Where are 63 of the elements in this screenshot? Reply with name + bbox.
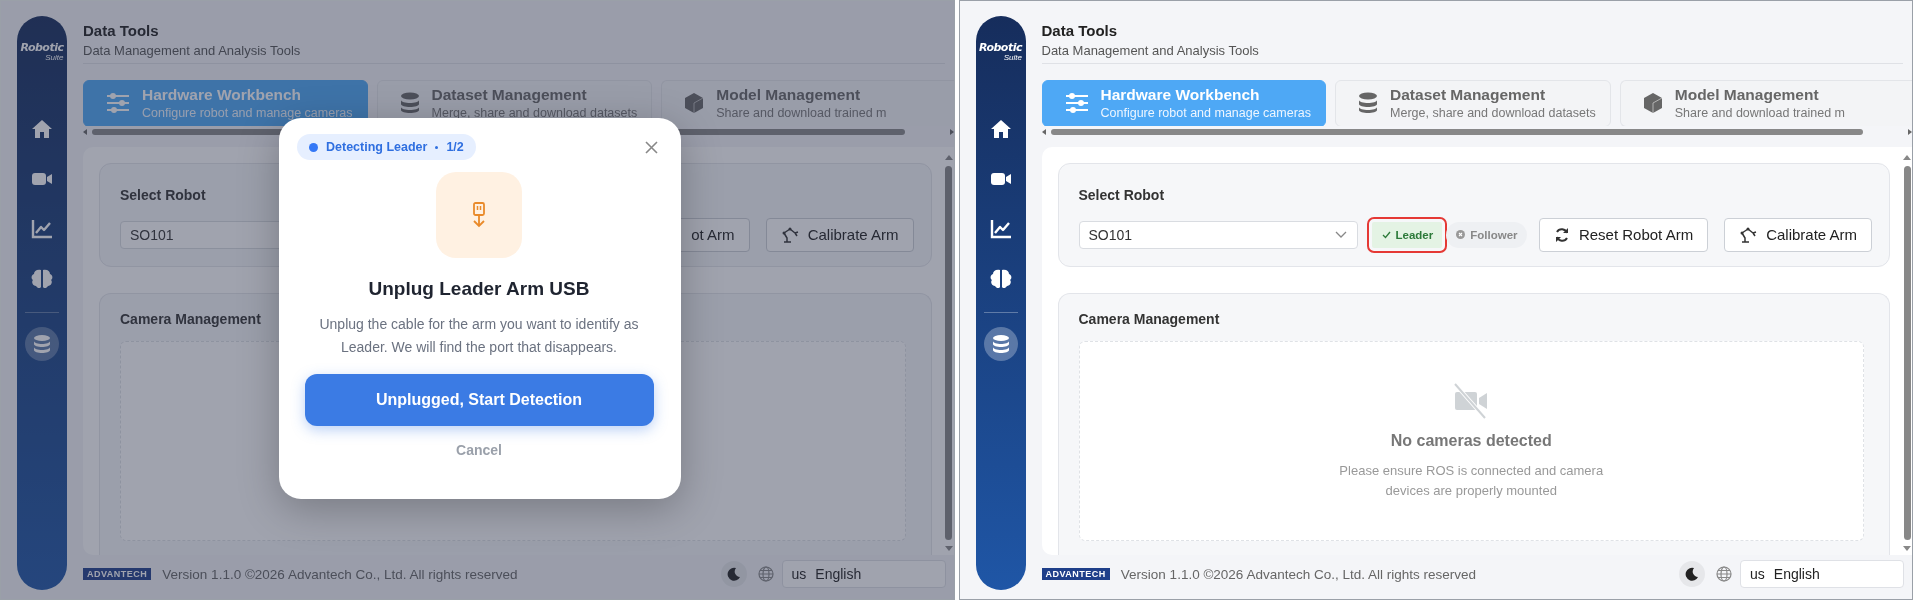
sliders-icon [106, 92, 130, 115]
empty-description: Please ensure ROS is connected and camera devices are properly mounted [1338, 461, 1605, 500]
section-title: Camera Management [120, 310, 261, 327]
x-circle-icon [1456, 230, 1466, 240]
cube-icon [1642, 92, 1663, 115]
database-icon [399, 92, 420, 115]
sliders-icon [1064, 92, 1089, 115]
nav-button[interactable] [983, 327, 1018, 361]
database-icon[interactable] [32, 334, 52, 354]
page-subtitle: Data Management and Analysis Tools [1041, 43, 1259, 58]
line-chart-icon[interactable] [989, 219, 1012, 239]
page-title: Data Tools [1041, 22, 1118, 39]
globe-icon[interactable] [1716, 566, 1732, 583]
robot-select[interactable]: SO101 [1078, 220, 1358, 249]
chevron-down-icon [1334, 230, 1347, 239]
brand-logo: ADVANTECH [1041, 568, 1110, 581]
action-button[interactable]: Calibrate Arm [765, 217, 914, 252]
section-title: Camera Management [1078, 310, 1220, 327]
home-icon[interactable] [31, 119, 53, 139]
refresh-icon [1553, 226, 1570, 243]
cube-icon [684, 92, 705, 115]
check-icon [1381, 230, 1391, 239]
tab[interactable]: Model Management Share and download trained m [1619, 79, 1912, 126]
empty-title: No cameras detected [1390, 431, 1552, 450]
brain-icon[interactable] [989, 269, 1012, 289]
brand-logo: ADVANTECH [83, 568, 152, 581]
home-icon[interactable] [989, 119, 1012, 139]
cancel-button[interactable]: Cancel [456, 442, 502, 458]
field-label: Select Robot [120, 186, 206, 203]
brain-icon[interactable] [31, 269, 53, 289]
dialog-title: Unplug Leader Arm USB [368, 278, 590, 300]
usb-plug-icon [470, 202, 488, 228]
theme-toggle[interactable] [1679, 561, 1705, 588]
action-button[interactable]: Calibrate Arm [1724, 217, 1872, 252]
video-camera-icon[interactable] [989, 171, 1012, 187]
logo-text: Robotic [979, 42, 1022, 53]
action-button[interactable]: Reset Robot Arm [1538, 217, 1709, 252]
close-icon [644, 140, 658, 154]
language-select[interactable]: us English [1740, 560, 1904, 589]
role-toggle[interactable]: Follower [1446, 221, 1527, 248]
video-camera-icon[interactable] [31, 171, 53, 187]
logo-text: Suite [45, 54, 64, 62]
theme-toggle[interactable] [720, 561, 747, 588]
version-text: Version 1.1.0 ©2026 Advantech Co., Ltd. All rights reserved [162, 566, 518, 582]
line-chart-icon[interactable] [31, 219, 53, 239]
version-text: Version 1.1.0 ©2026 Advantech Co., Ltd. All rights reserved [1120, 566, 1476, 582]
robot-arm-icon [780, 226, 799, 243]
field-label: Select Robot [1078, 186, 1165, 203]
page-subtitle: Data Management and Analysis Tools [83, 43, 301, 58]
moon-icon [726, 567, 741, 582]
start-detection-button[interactable]: Unplugged, Start Detection [304, 374, 654, 426]
status-badge: Detecting Leader 1/2 [297, 134, 476, 160]
page-title: Data Tools [83, 22, 159, 39]
robot-arm-icon [1739, 226, 1758, 243]
logo-text: Robotic [20, 42, 64, 53]
tab[interactable]: Dataset Management Merge, share and download datasets [1335, 79, 1611, 126]
logo-text: Suite [1003, 54, 1022, 62]
database-icon[interactable] [990, 334, 1011, 354]
moon-icon [1685, 567, 1699, 582]
dialog-text: Unplug the cable for the arm you want to identify as Leader. We will find the port that disappears. [318, 315, 640, 357]
language-select[interactable]: us English [781, 560, 946, 589]
scrollbar[interactable] [1041, 127, 1912, 136]
database-icon [1358, 92, 1379, 115]
